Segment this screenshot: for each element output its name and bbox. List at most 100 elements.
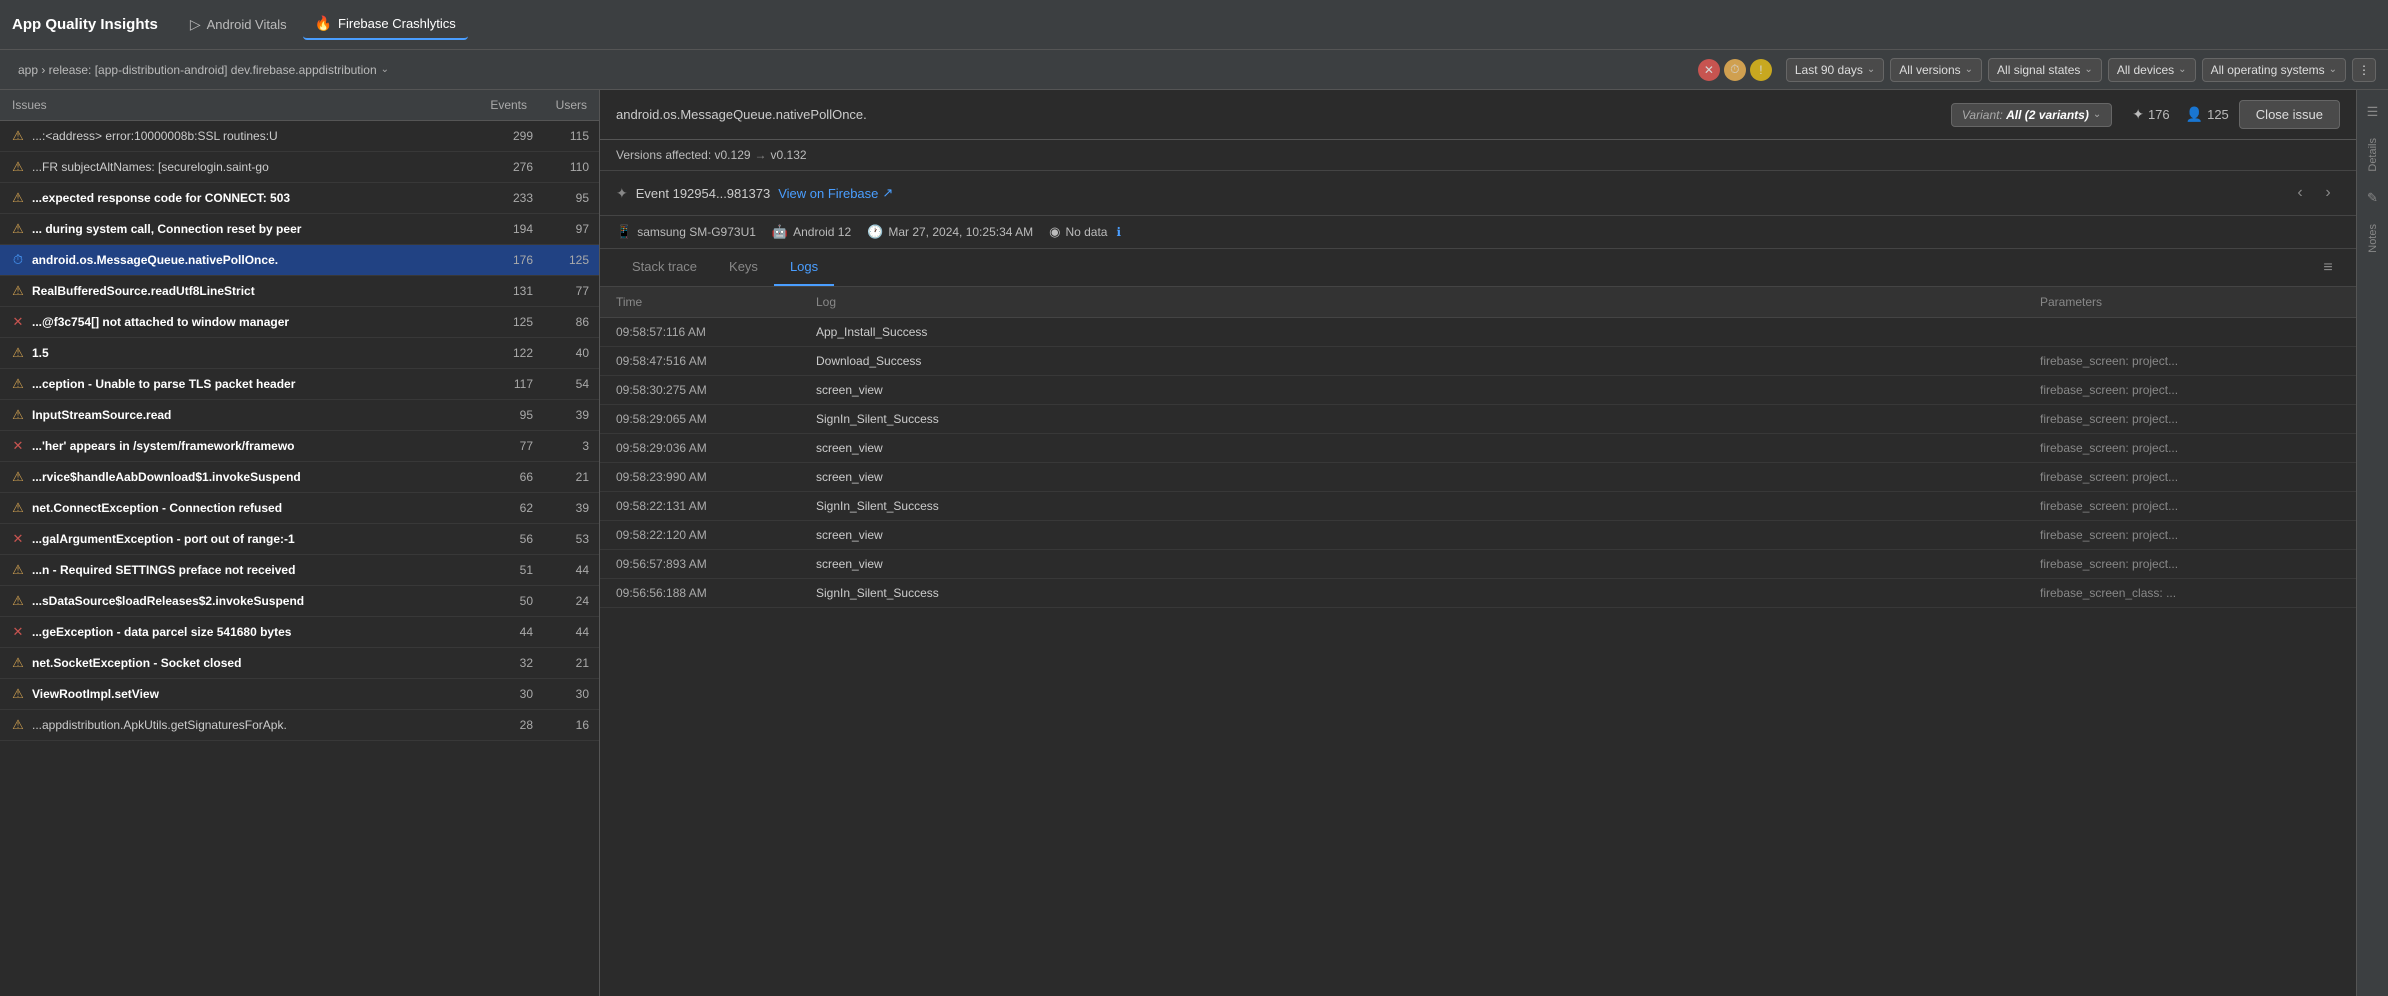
issue-events: 125 bbox=[483, 315, 533, 329]
issue-row[interactable]: ✕...geException - data parcel size 54168… bbox=[0, 617, 599, 648]
col-log-header: Log bbox=[816, 295, 2040, 309]
issue-row[interactable]: ⚠ ...FR subjectAltNames: [securelogin.sai… bbox=[0, 152, 599, 183]
versions-arrow: → bbox=[755, 148, 767, 162]
issue-row[interactable]: ⏱android.os.MessageQueue.nativePollOnce.… bbox=[0, 245, 599, 276]
issue-events: 176 bbox=[483, 253, 533, 267]
issue-icon: ⏱ bbox=[10, 252, 26, 268]
os-chevron: ⌄ bbox=[2329, 64, 2337, 75]
filter-warning-icon[interactable]: ! bbox=[1750, 59, 1772, 81]
devices-dropdown[interactable]: All devices ⌄ bbox=[2108, 58, 2196, 82]
breadcrumb-dropdown[interactable]: app › release: [app-distribution-android… bbox=[12, 60, 395, 80]
issue-row[interactable]: ✕...'her' appears in /system/framework/f… bbox=[0, 431, 599, 462]
variant-dropdown[interactable]: Variant: All (2 variants) ⌄ bbox=[1951, 103, 2112, 127]
phone-icon: 📱 bbox=[616, 224, 632, 240]
issue-events: 276 bbox=[483, 160, 533, 174]
log-params: firebase_screen: project... bbox=[2040, 441, 2340, 455]
os-dropdown[interactable]: All operating systems ⌄ bbox=[2202, 58, 2346, 82]
issue-icon: ✕ bbox=[10, 624, 26, 640]
view-firebase-link[interactable]: View on Firebase ↗ bbox=[778, 185, 893, 201]
issue-text: ...FR subjectAltNames: [securelogin.sain… bbox=[32, 160, 477, 174]
period-dropdown[interactable]: Last 90 days ⌄ bbox=[1786, 58, 1884, 82]
breadcrumb-bar: app › release: [app-distribution-android… bbox=[0, 50, 2388, 90]
issue-row[interactable]: ⚠ ...expected response code for CONNECT: … bbox=[0, 183, 599, 214]
tab-android-vitals-label: Android Vitals bbox=[207, 17, 287, 32]
log-name: screen_view bbox=[816, 470, 2040, 484]
issue-row[interactable]: ⚠InputStreamSource.read9539 bbox=[0, 400, 599, 431]
log-time: 09:56:57:893 AM bbox=[616, 557, 816, 571]
issue-row[interactable]: ✕...galArgumentException - port out of r… bbox=[0, 524, 599, 555]
data-status-item: ◉ No data ℹ bbox=[1049, 224, 1121, 240]
issue-users: 95 bbox=[539, 191, 589, 205]
issue-row[interactable]: ⚠...rvice$handleAabDownload$1.invokeSusp… bbox=[0, 462, 599, 493]
log-row: 09:58:22:131 AMSignIn_Silent_Successfire… bbox=[600, 492, 2356, 521]
device-name-item: 📱 samsung SM-G973U1 bbox=[616, 224, 756, 240]
issue-row[interactable]: ⚠...sDataSource$loadReleases$2.invokeSus… bbox=[0, 586, 599, 617]
col-events-header: Events bbox=[457, 98, 527, 112]
period-label: Last 90 days bbox=[1795, 63, 1863, 77]
devices-chevron: ⌄ bbox=[2178, 64, 2186, 75]
issue-events: 77 bbox=[483, 439, 533, 453]
log-params bbox=[2040, 325, 2340, 339]
tab-firebase-crashlytics[interactable]: 🔥 Firebase Crashlytics bbox=[303, 9, 468, 40]
sidebar-details-icon[interactable]: ☰ bbox=[2359, 98, 2387, 126]
prev-event-button[interactable]: ‹ bbox=[2288, 181, 2312, 205]
issue-row[interactable]: ⚠net.ConnectException - Connection refus… bbox=[0, 493, 599, 524]
tab-logs[interactable]: Logs bbox=[774, 249, 834, 286]
issue-users: 16 bbox=[539, 718, 589, 732]
issue-row[interactable]: ⚠... during system call, Connection rese… bbox=[0, 214, 599, 245]
issue-icon: ⚠ bbox=[10, 190, 26, 206]
user-stat: 👤 125 bbox=[2186, 106, 2229, 123]
issue-icon: ⚠ bbox=[10, 562, 26, 578]
tab-keys[interactable]: Keys bbox=[713, 249, 774, 286]
event-id: Event 192954...981373 bbox=[636, 186, 770, 201]
issue-row[interactable]: ⚠net.SocketException - Socket closed3221 bbox=[0, 648, 599, 679]
sidebar-notes-label[interactable]: Notes bbox=[2367, 220, 2379, 257]
sidebar-notes-icon[interactable]: ✎ bbox=[2359, 184, 2387, 212]
issue-row[interactable]: ⚠...ception - Unable to parse TLS packet… bbox=[0, 369, 599, 400]
issue-users: 54 bbox=[539, 377, 589, 391]
next-event-button[interactable]: › bbox=[2316, 181, 2340, 205]
versions-dropdown[interactable]: All versions ⌄ bbox=[1890, 58, 1982, 82]
issue-row[interactable]: ⚠ViewRootImpl.setView3030 bbox=[0, 679, 599, 710]
issue-events: 62 bbox=[483, 501, 533, 515]
detail-issue-name: android.os.MessageQueue.nativePollOnce. bbox=[616, 107, 1941, 122]
period-chevron: ⌄ bbox=[1867, 64, 1875, 75]
issue-events: 122 bbox=[483, 346, 533, 360]
tab-android-vitals[interactable]: ▷ Android Vitals bbox=[178, 10, 299, 39]
issue-users: 21 bbox=[539, 656, 589, 670]
log-time: 09:58:29:036 AM bbox=[616, 441, 816, 455]
issue-text: ...expected response code for CONNECT: 5… bbox=[32, 191, 477, 205]
firebase-icon: 🔥 bbox=[315, 15, 332, 32]
more-options-btn[interactable]: ⋮ bbox=[2352, 58, 2376, 82]
filter-logs-button[interactable]: ≡ bbox=[2316, 256, 2340, 280]
top-bar: App Quality Insights ▷ Android Vitals 🔥 … bbox=[0, 0, 2388, 50]
device-bar: 📱 samsung SM-G973U1 🤖 Android 12 🕐 Mar 2… bbox=[600, 216, 2356, 249]
issues-panel: Issues Events Users ⚠...:<address> error… bbox=[0, 90, 600, 996]
filter-error-icon[interactable]: ✕ bbox=[1698, 59, 1720, 81]
log-row: 09:58:47:516 AMDownload_Successfirebase_… bbox=[600, 347, 2356, 376]
issue-text: net.ConnectException - Connection refuse… bbox=[32, 501, 477, 515]
filter-icons: ✕ ⏱ ! bbox=[1698, 59, 1772, 81]
issue-users: 39 bbox=[539, 408, 589, 422]
issue-events: 44 bbox=[483, 625, 533, 639]
device-name: samsung SM-G973U1 bbox=[637, 225, 756, 239]
log-row: 09:58:30:275 AMscreen_viewfirebase_scree… bbox=[600, 376, 2356, 405]
issue-row[interactable]: ⚠...appdistribution.ApkUtils.getSignatur… bbox=[0, 710, 599, 741]
issues-list: ⚠...:<address> error:10000008b:SSL routi… bbox=[0, 121, 599, 996]
issue-row[interactable]: ⚠RealBufferedSource.readUtf8LineStrict13… bbox=[0, 276, 599, 307]
issue-row[interactable]: ⚠...:<address> error:10000008b:SSL routi… bbox=[0, 121, 599, 152]
filter-anr-icon[interactable]: ⏱ bbox=[1724, 59, 1746, 81]
tabs-bar: Stack trace Keys Logs ≡ bbox=[600, 249, 2356, 287]
issue-users: 97 bbox=[539, 222, 589, 236]
issue-row[interactable]: ⚠...n - Required SETTINGS preface not re… bbox=[0, 555, 599, 586]
issue-text: ...ception - Unable to parse TLS packet … bbox=[32, 377, 477, 391]
close-issue-button[interactable]: Close issue bbox=[2239, 100, 2340, 129]
tab-stack-trace[interactable]: Stack trace bbox=[616, 249, 713, 286]
issue-row[interactable]: ✕...@f3c754[] not attached to window man… bbox=[0, 307, 599, 338]
issue-row[interactable]: ⚠1.512240 bbox=[0, 338, 599, 369]
versions-bar: Versions affected: v0.129 → v0.132 bbox=[600, 140, 2356, 171]
log-row: 09:58:23:990 AMscreen_viewfirebase_scree… bbox=[600, 463, 2356, 492]
sidebar-details-label[interactable]: Details bbox=[2367, 134, 2379, 176]
signal-states-dropdown[interactable]: All signal states ⌄ bbox=[1988, 58, 2102, 82]
issue-icon: ⚠ bbox=[10, 159, 26, 175]
